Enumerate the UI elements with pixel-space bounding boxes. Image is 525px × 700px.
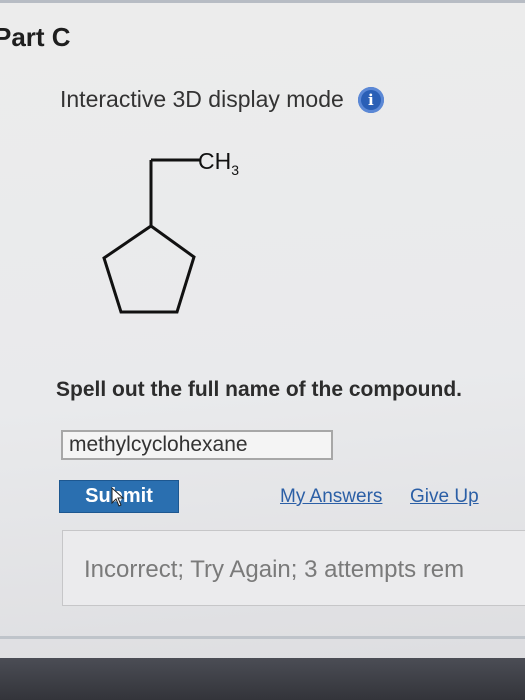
bottom-divider	[0, 636, 525, 639]
methyl-label: CH3	[198, 148, 239, 178]
methyl-label-subscript: 3	[231, 162, 239, 178]
my-answers-link[interactable]: My Answers	[280, 486, 382, 508]
cyclopentane-ring	[102, 224, 196, 314]
bottom-band	[0, 658, 525, 700]
feedback-box: Incorrect; Try Again; 3 attempts rem	[62, 530, 525, 606]
mouse-pointer-icon	[111, 487, 125, 507]
give-up-link[interactable]: Give Up	[410, 486, 479, 508]
molecule-structure: CH3	[102, 148, 239, 314]
feedback-message: Incorrect; Try Again; 3 attempts rem	[84, 556, 465, 583]
answer-input[interactable]	[61, 430, 333, 460]
methyl-label-ch: CH	[198, 148, 231, 174]
question-prompt: Spell out the full name of the compound.	[56, 378, 462, 401]
